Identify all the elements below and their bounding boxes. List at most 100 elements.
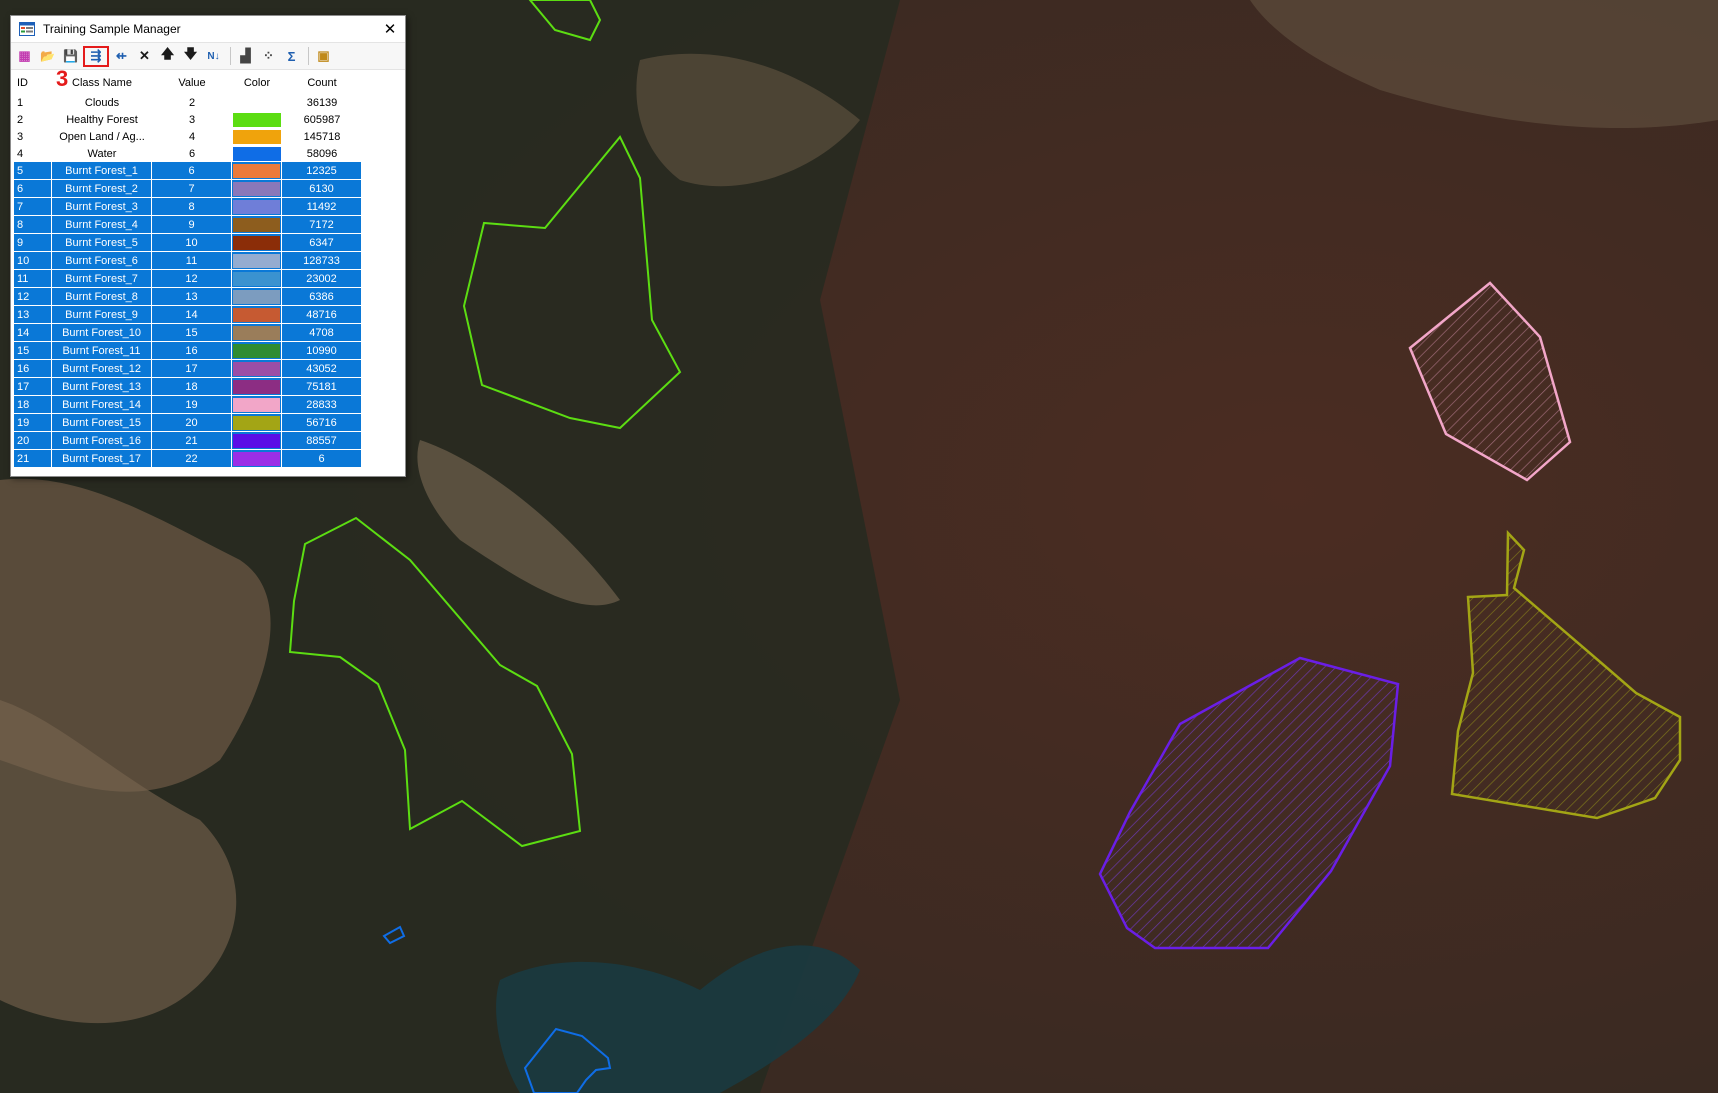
row-color-cell [232,324,282,341]
close-icon[interactable]: ✕ [381,20,399,38]
row-count: 11492 [282,198,362,215]
color-swatch[interactable] [233,307,280,322]
table-row[interactable]: 2 Healthy Forest 3 605987 [14,111,362,128]
row-color-cell [232,198,282,215]
table-row[interactable]: 15 Burnt Forest_11 16 10990 [14,342,362,360]
histogram-icon[interactable]: ▟ [235,46,256,67]
row-count: 128733 [282,252,362,269]
row-class-name: Burnt Forest_14 [52,396,152,413]
evaluate-icon[interactable]: ▣ [313,46,334,67]
color-swatch[interactable] [233,163,280,178]
table-row[interactable]: 10 Burnt Forest_6 11 128733 [14,252,362,270]
table-row[interactable]: 7 Burnt Forest_3 8 11492 [14,198,362,216]
color-swatch[interactable] [233,112,281,127]
table-row[interactable]: 13 Burnt Forest_9 14 48716 [14,306,362,324]
color-swatch[interactable] [233,433,280,448]
reset-order-icon[interactable]: N↓ [203,46,224,67]
column-header-class-name[interactable]: Class Name [52,72,152,94]
row-count: 88557 [282,432,362,449]
table-row[interactable]: 11 Burnt Forest_7 12 23002 [14,270,362,288]
save-icon[interactable]: 💾 [60,46,81,67]
row-value: 20 [152,414,232,431]
color-swatch[interactable] [233,343,280,358]
column-header-id[interactable]: ID [14,72,52,94]
color-swatch[interactable] [233,253,280,268]
table-row[interactable]: 12 Burnt Forest_8 13 6386 [14,288,362,306]
row-value: 6 [188,147,196,160]
color-swatch[interactable] [233,325,280,340]
row-count: 6130 [282,180,362,197]
table-row[interactable]: 9 Burnt Forest_5 10 6347 [14,234,362,252]
row-class-name: Burnt Forest_15 [52,414,152,431]
table-row[interactable]: 8 Burnt Forest_4 9 7172 [14,216,362,234]
table-row[interactable]: 5 Burnt Forest_1 6 12325 [14,162,362,180]
table-row[interactable]: 21 Burnt Forest_17 22 6 [14,450,362,468]
table-row[interactable]: 14 Burnt Forest_10 15 4708 [14,324,362,342]
color-swatch[interactable] [233,271,280,286]
row-id: 10 [14,252,52,269]
move-up-icon[interactable]: 🡅 [157,46,178,67]
color-swatch[interactable] [233,181,280,196]
table-row[interactable]: 17 Burnt Forest_13 18 75181 [14,378,362,396]
color-swatch[interactable] [233,95,281,110]
merge-icon[interactable]: ⇶ [83,45,109,67]
row-count: 4708 [282,324,362,341]
row-color-cell [232,162,282,179]
row-color-cell [232,306,282,323]
row-class-name: Burnt Forest_9 [52,306,152,323]
table-row[interactable]: 6 Burnt Forest_2 7 6130 [14,180,362,198]
row-color-cell [232,450,282,467]
training-sample-manager-app-icon [19,22,35,36]
row-value: 12 [152,270,232,287]
color-swatch[interactable] [233,146,281,161]
color-swatch[interactable] [233,361,280,376]
row-value: 4 [188,130,196,143]
color-swatch[interactable] [233,451,280,466]
row-value: 10 [152,234,232,251]
row-count: 28833 [282,396,362,413]
table-row[interactable]: 20 Burnt Forest_16 21 88557 [14,432,362,450]
row-count: 12325 [282,162,362,179]
color-swatch[interactable] [233,379,280,394]
row-class-name: Burnt Forest_8 [52,288,152,305]
row-color-cell [232,396,282,413]
color-swatch[interactable] [233,415,280,430]
training-sample-manager-window[interactable]: Training Sample Manager ✕ ▦ 📂 💾 ⇶ ⇷ ✕ 🡅 … [10,15,406,477]
color-swatch[interactable] [233,397,280,412]
row-count: 58096 [306,147,338,160]
row-id: 5 [14,162,52,179]
table-row[interactable]: 4 Water 6 58096 [14,145,362,162]
open-folder-icon[interactable]: 📂 [37,46,58,67]
table-row[interactable]: 16 Burnt Forest_12 17 43052 [14,360,362,378]
row-id: 18 [14,396,52,413]
table-row[interactable]: 1 Clouds 2 36139 [14,94,362,111]
row-color-cell [232,342,282,359]
row-value: 17 [152,360,232,377]
create-new-schema-icon[interactable]: ▦ [14,46,35,67]
color-swatch[interactable] [233,235,280,250]
color-swatch[interactable] [233,217,280,232]
row-class-name: Burnt Forest_5 [52,234,152,251]
row-class-name: Burnt Forest_2 [52,180,152,197]
column-header-count[interactable]: Count [282,72,362,94]
color-swatch[interactable] [233,129,281,144]
table-row[interactable]: 3 Open Land / Ag... 4 145718 [14,128,362,145]
row-class-name: Healthy Forest [66,113,138,126]
delete-icon[interactable]: ✕ [134,46,155,67]
window-titlebar[interactable]: Training Sample Manager ✕ [11,16,405,43]
color-swatch[interactable] [233,289,280,304]
split-icon[interactable]: ⇷ [111,46,132,67]
row-value: 6 [152,162,232,179]
move-down-icon[interactable]: 🡇 [180,46,201,67]
column-header-value[interactable]: Value [152,72,232,94]
column-header-color[interactable]: Color [232,72,282,94]
table-row[interactable]: 19 Burnt Forest_15 20 56716 [14,414,362,432]
row-color-cell [232,216,282,233]
row-count: 6347 [282,234,362,251]
color-swatch[interactable] [233,199,280,214]
scatterplot-icon[interactable]: ⁘ [258,46,279,67]
row-class-name: Clouds [84,96,120,109]
statistics-icon[interactable]: Σ [281,46,302,67]
table-row[interactable]: 18 Burnt Forest_14 19 28833 [14,396,362,414]
class-table[interactable]: ID Class Name Value Color Count 1 Clouds 2… [14,72,362,468]
